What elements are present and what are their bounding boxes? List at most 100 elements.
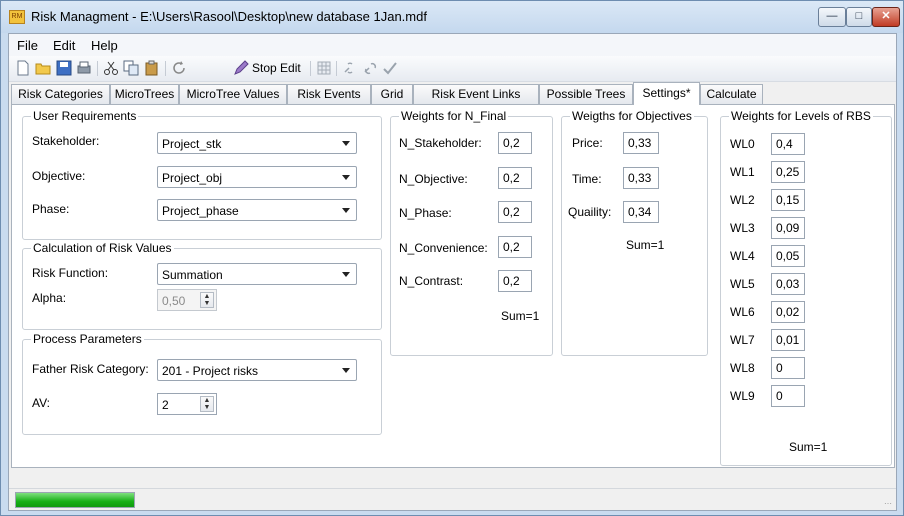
- paste-icon[interactable]: [144, 60, 160, 76]
- link-icon[interactable]: [342, 60, 358, 76]
- title-bar[interactable]: RM Risk Managment - E:\Users\Rasool\Desk…: [1, 1, 903, 33]
- user-requirements-legend: User Requirements: [31, 109, 139, 123]
- rbs-level-input[interactable]: 0,02: [771, 301, 805, 323]
- rbs-level-input[interactable]: 0,15: [771, 189, 805, 211]
- settings-panel: User Requirements Stakeholder: Project_s…: [11, 104, 895, 468]
- rbs-level-label: WL4: [730, 249, 755, 263]
- objective-select[interactable]: Project_obj: [157, 166, 357, 188]
- copy-icon[interactable]: [123, 60, 139, 76]
- cut-icon[interactable]: [103, 60, 119, 76]
- progress-fill: [16, 493, 134, 507]
- n-final-sum: Sum=1: [501, 309, 540, 323]
- n-convenience-label: N_Convenience:: [399, 241, 488, 255]
- close-button[interactable]: ✕: [872, 7, 900, 27]
- quaility-input[interactable]: 0,34: [623, 201, 659, 223]
- tab-microtrees[interactable]: MicroTrees: [110, 84, 179, 104]
- print-icon[interactable]: [76, 60, 92, 76]
- alpha-stepper[interactable]: 0,50 ▲ ▼: [157, 289, 217, 311]
- alpha-value: 0,50: [162, 294, 186, 308]
- stakeholder-label: Stakeholder:: [32, 134, 100, 148]
- objective-label: Objective:: [32, 169, 86, 183]
- objectives-group: Weigths for Objectives Price: 0,33 Time:…: [561, 109, 708, 356]
- stakeholder-value: Project_stk: [162, 137, 222, 151]
- n-phase-label: N_Phase:: [399, 206, 452, 220]
- n-final-legend: Weights for N_Final: [399, 109, 509, 123]
- menu-edit[interactable]: Edit: [53, 38, 75, 53]
- unlink-icon[interactable]: [362, 60, 378, 76]
- stop-edit-icon[interactable]: [233, 60, 249, 76]
- rbs-level-input[interactable]: 0,25: [771, 161, 805, 183]
- rbs-level-label: WL3: [730, 221, 755, 235]
- rbs-level-input[interactable]: 0,01: [771, 329, 805, 351]
- rbs-level-label: WL9: [730, 389, 755, 403]
- menu-help[interactable]: Help: [91, 38, 118, 53]
- price-input[interactable]: 0,33: [623, 132, 659, 154]
- n-objective-input[interactable]: 0,2: [498, 167, 532, 189]
- n-phase-input[interactable]: 0,2: [498, 201, 532, 223]
- grid-icon[interactable]: [316, 60, 332, 76]
- rbs-level-input[interactable]: 0,09: [771, 217, 805, 239]
- phase-value: Project_phase: [162, 204, 239, 218]
- spin-arrows-icon[interactable]: ▲ ▼: [200, 396, 214, 412]
- tab-possible-trees[interactable]: Possible Trees: [539, 84, 633, 104]
- stop-edit-button[interactable]: Stop Edit: [252, 61, 301, 75]
- objective-value: Project_obj: [162, 171, 223, 185]
- save-icon[interactable]: [56, 60, 72, 76]
- time-input[interactable]: 0,33: [623, 167, 659, 189]
- tab-risk-event-links[interactable]: Risk Event Links: [413, 84, 539, 104]
- check-icon[interactable]: [382, 60, 398, 76]
- rbs-level-label: WL5: [730, 277, 755, 291]
- spin-arrows-icon[interactable]: ▲ ▼: [200, 292, 214, 308]
- menu-bar: File Edit Help: [9, 34, 896, 56]
- resize-grip-icon[interactable]: ⋯: [884, 499, 892, 508]
- new-icon[interactable]: [15, 60, 31, 76]
- n-objective-label: N_Objective:: [399, 172, 468, 186]
- tab-risk-categories[interactable]: Risk Categories: [11, 84, 110, 104]
- maximize-button[interactable]: □: [846, 7, 872, 27]
- rbs-level-input[interactable]: 0: [771, 385, 805, 407]
- client-area: File Edit Help Stop Edit Risk Categories…: [8, 33, 897, 511]
- risk-function-select[interactable]: Summation: [157, 263, 357, 285]
- open-icon[interactable]: [35, 60, 51, 76]
- chevron-down-icon: [342, 272, 350, 277]
- app-window: RM Risk Managment - E:\Users\Rasool\Desk…: [0, 0, 904, 516]
- chevron-down-icon: [342, 175, 350, 180]
- objectives-sum: Sum=1: [626, 238, 665, 252]
- rbs-level-input[interactable]: 0,05: [771, 245, 805, 267]
- phase-select[interactable]: Project_phase: [157, 199, 357, 221]
- quaility-label: Quaility:: [568, 205, 612, 219]
- progress-bar: [15, 492, 135, 508]
- alpha-label: Alpha:: [32, 291, 67, 305]
- n-stakeholder-input[interactable]: 0,2: [498, 132, 532, 154]
- tab-microtree-values[interactable]: MicroTree Values: [179, 84, 287, 104]
- menu-file[interactable]: File: [17, 38, 38, 53]
- phase-label: Phase:: [32, 202, 70, 216]
- tab-grid[interactable]: Grid: [371, 84, 413, 104]
- stakeholder-select[interactable]: Project_stk: [157, 132, 357, 154]
- tab-calculate[interactable]: Calculate: [700, 84, 763, 104]
- tab-settings[interactable]: Settings*: [633, 82, 700, 105]
- father-risk-category-value: 201 - Project risks: [162, 364, 259, 378]
- status-bar: ⋯: [9, 488, 896, 510]
- n-convenience-input[interactable]: 0,2: [498, 236, 532, 258]
- n-contrast-input[interactable]: 0,2: [498, 270, 532, 292]
- rbs-level-label: WL2: [730, 193, 755, 207]
- time-label: Time:: [572, 172, 602, 186]
- av-value: 2: [162, 398, 169, 412]
- father-risk-category-label: Father Risk Category:: [32, 362, 149, 376]
- tab-risk-events[interactable]: Risk Events: [287, 84, 371, 104]
- rbs-level-input[interactable]: 0,03: [771, 273, 805, 295]
- risk-values-legend: Calculation of Risk Values: [31, 241, 174, 255]
- rbs-level-label: WL1: [730, 165, 755, 179]
- n-final-group: Weights for N_Final N_Stakeholder: 0,2 N…: [390, 109, 553, 356]
- rbs-level-label: WL0: [730, 137, 755, 151]
- father-risk-category-select[interactable]: 201 - Project risks: [157, 359, 357, 381]
- minimize-button[interactable]: —: [818, 7, 846, 27]
- n-stakeholder-label: N_Stakeholder:: [399, 136, 482, 150]
- rbs-level-input[interactable]: 0: [771, 357, 805, 379]
- rbs-level-input[interactable]: 0,4: [771, 133, 805, 155]
- process-parameters-group: Process Parameters Father Risk Category:…: [22, 332, 382, 435]
- av-stepper[interactable]: 2 ▲ ▼: [157, 393, 217, 415]
- refresh-icon[interactable]: [171, 60, 187, 76]
- rbs-level-label: WL8: [730, 361, 755, 375]
